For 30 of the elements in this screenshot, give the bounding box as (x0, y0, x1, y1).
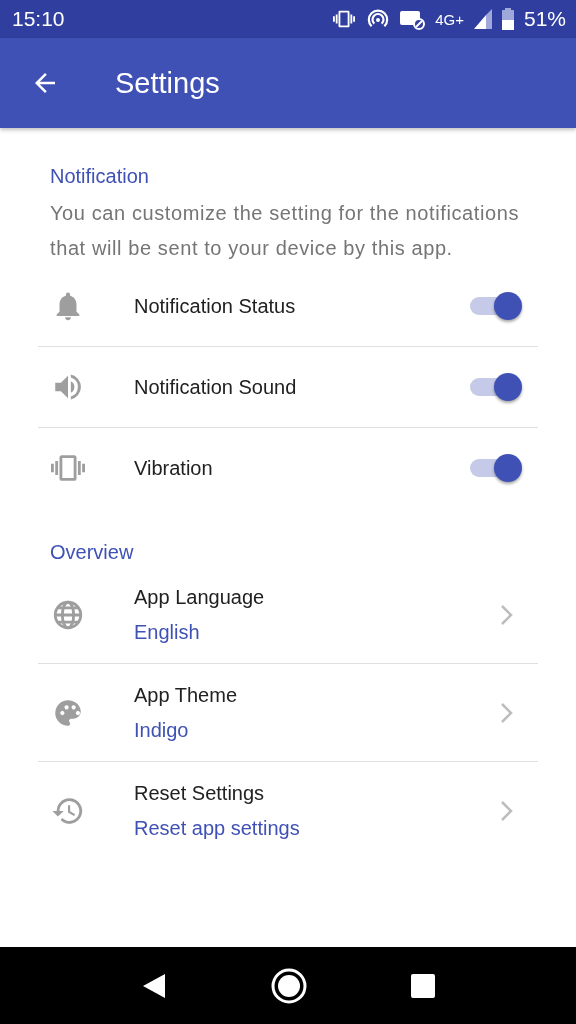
app-bar-title: Settings (115, 66, 220, 100)
setting-label: Notification Sound (134, 375, 298, 399)
toggle-switch[interactable] (470, 454, 522, 482)
setting-value: Indigo (134, 718, 190, 742)
back-nav-icon[interactable] (141, 971, 168, 1000)
cast-blocked-icon (399, 8, 426, 30)
chevron-right-icon (500, 799, 514, 822)
setting-label[interactable]: Reset Settings (134, 781, 500, 805)
setting-label[interactable]: App Language (134, 585, 500, 609)
battery-percent: 51% (523, 7, 566, 31)
toggle-switch[interactable] (470, 373, 522, 401)
recents-nav-icon[interactable] (410, 973, 435, 998)
setting-label: Notification Status (134, 294, 297, 318)
section-header: Overview (50, 540, 135, 565)
network-type: 4G+ (435, 10, 464, 28)
section-header: Notification (50, 164, 150, 189)
home-nav-icon[interactable] (270, 966, 308, 1005)
setting-label: Vibration (134, 456, 214, 480)
setting-value: Reset app settings (134, 816, 301, 840)
section-description: You can customize the setting for the notifications that will be sent to your device by this app. (50, 201, 520, 261)
chevron-right-icon (500, 701, 514, 724)
setting-value: English (134, 620, 201, 644)
setting-label[interactable]: App Theme (134, 683, 500, 707)
toggle-switch[interactable] (470, 292, 522, 320)
signal-icon (473, 9, 492, 29)
chevron-right-icon (500, 603, 514, 626)
vibrate-icon (331, 8, 358, 30)
hotspot-icon (367, 8, 390, 30)
status-time: 15:10 (12, 7, 66, 31)
battery-icon (501, 8, 514, 30)
